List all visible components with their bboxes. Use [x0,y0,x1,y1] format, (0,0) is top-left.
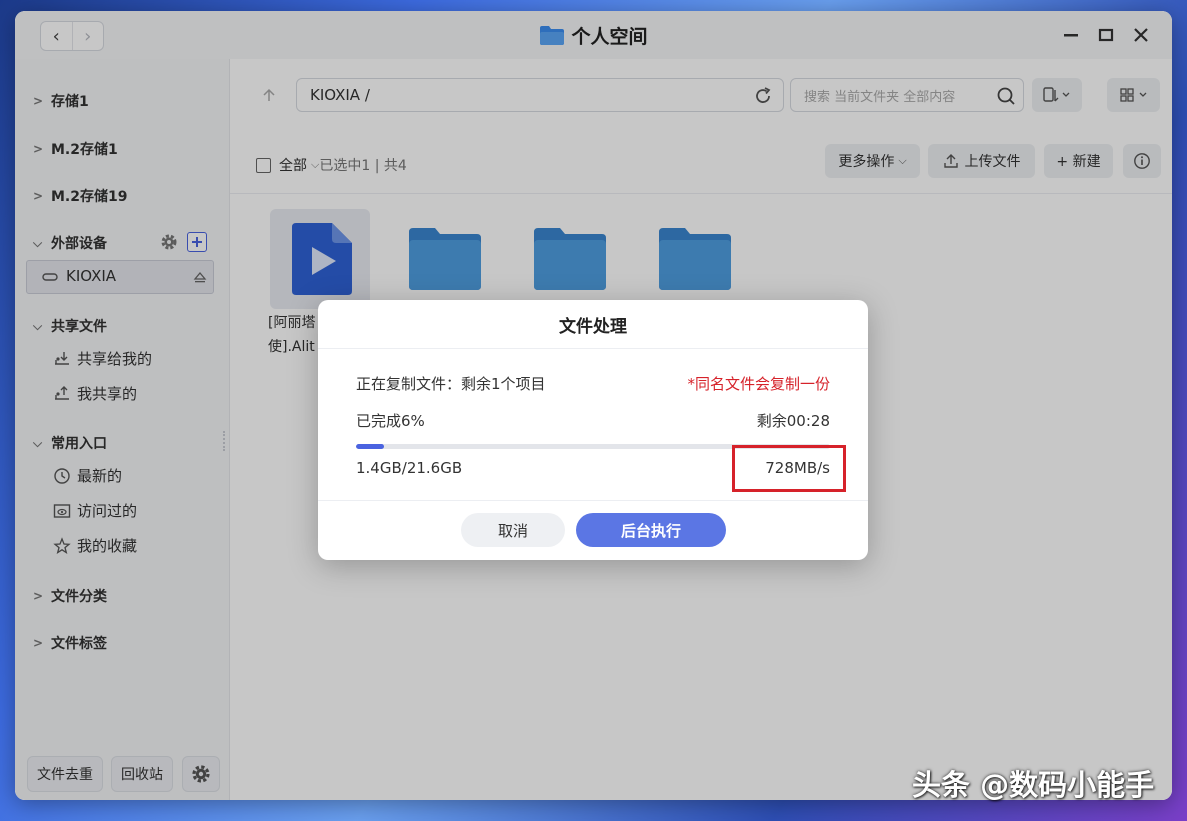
file-manager-window: ‹ › 个人空间 > 存储1 > M.2存储1 > M.2存储19 ⌵ 外部设备… [15,11,1172,800]
duplicate-note: *同名文件会复制一份 [687,375,830,393]
run-in-background-button[interactable]: 后台执行 [576,513,726,547]
speed-highlight-box [732,445,846,492]
remaining-time: 剩余00:28 [756,412,830,430]
transfer-size: 1.4GB/21.6GB [356,459,463,477]
progress-fill [356,444,385,449]
dialog-footer-divider [318,500,868,501]
watermark-text: 头条 @数码小能手 [912,768,1155,802]
completed-percent: 已完成6% [356,412,425,430]
dialog-title: 文件处理 [318,300,868,349]
copy-status-text: 正在复制文件：剩余1个项目 [356,375,546,393]
cancel-button[interactable]: 取消 [461,513,565,547]
file-processing-dialog: 文件处理 正在复制文件：剩余1个项目 *同名文件会复制一份 已完成6% 剩余00… [318,300,868,560]
